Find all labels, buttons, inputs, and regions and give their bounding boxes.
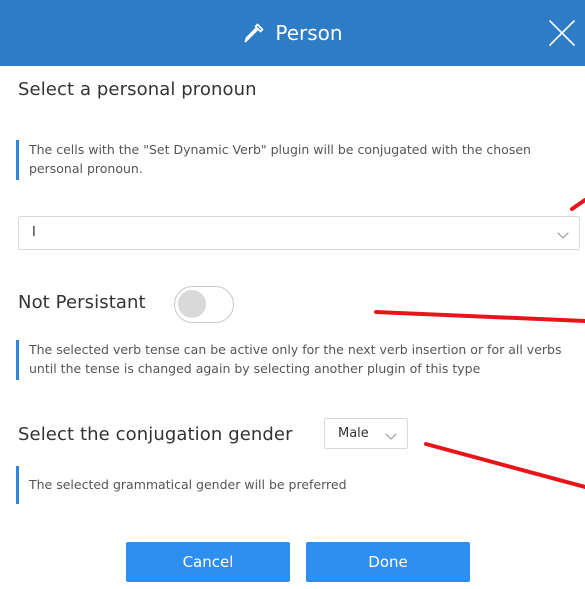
persistence-note: The selected verb tense can be active on…	[16, 340, 582, 380]
person-dialog: Person Select a personal pronoun The cel…	[0, 0, 585, 589]
dialog-title-group: Person	[0, 0, 585, 66]
persistence-toggle[interactable]	[174, 286, 234, 323]
dialog-titlebar: Person	[0, 0, 585, 66]
close-button[interactable]	[547, 18, 577, 48]
gender-select[interactable]: Male	[324, 418, 408, 449]
pronoun-note: The cells with the "Set Dynamic Verb" pl…	[16, 140, 582, 180]
annotation-arrow-pronoun	[570, 198, 585, 211]
annotation-arrow-persistence	[374, 310, 585, 323]
persistence-label: Not Persistant	[18, 292, 146, 313]
pronoun-heading: Select a personal pronoun	[18, 79, 257, 100]
gender-select-value: Male	[338, 426, 369, 441]
toggle-knob	[178, 290, 206, 318]
chevron-down-icon	[556, 227, 570, 246]
cancel-button[interactable]: Cancel	[126, 542, 290, 582]
dialog-title: Person	[275, 21, 343, 45]
close-icon	[549, 20, 575, 46]
done-button[interactable]: Done	[306, 542, 470, 582]
dropper-pen-icon	[242, 21, 266, 45]
gender-label: Select the conjugation gender	[18, 424, 293, 445]
chevron-down-icon	[384, 428, 398, 447]
pronoun-select-value: I	[32, 225, 36, 240]
pronoun-select[interactable]: I	[18, 216, 580, 250]
gender-note: The selected grammatical gender will be …	[16, 466, 582, 504]
